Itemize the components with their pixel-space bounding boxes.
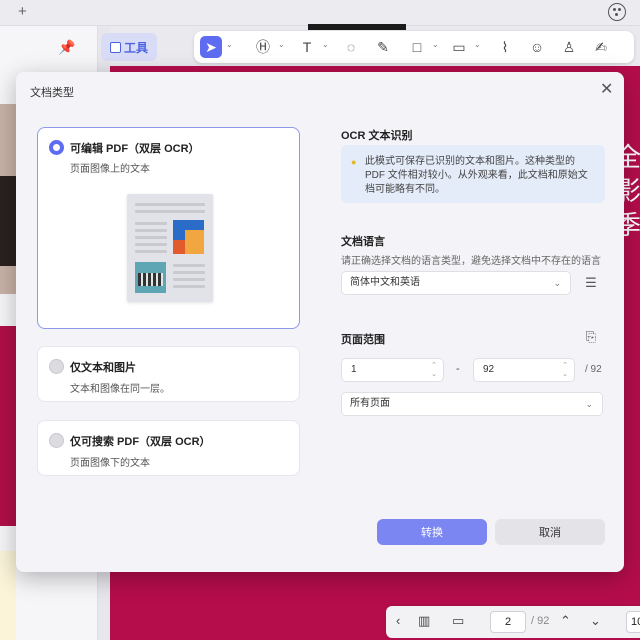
pages-select-value: 所有页面 <box>350 398 390 409</box>
page-thumbnail[interactable] <box>0 326 16 526</box>
sticker-tool-icon[interactable]: ☺ <box>526 36 548 58</box>
tools-mode-button[interactable]: 工具 <box>101 33 157 61</box>
page-thumbnail[interactable] <box>0 551 16 640</box>
option-description: 文本和图像在同一层。 <box>70 384 170 395</box>
page-layout-icon[interactable]: ▥ <box>418 613 430 629</box>
comment-tool-icon[interactable]: ◌ <box>340 36 362 58</box>
radio-text-and-images[interactable] <box>49 359 64 374</box>
chevron-up-icon[interactable]: ⌃ <box>560 613 571 629</box>
text-tool-icon[interactable]: T <box>296 36 318 58</box>
option-text-and-images[interactable]: 仅文本和图片 文本和图像在同一层。 <box>37 346 300 402</box>
range-to-value: 92 <box>483 364 495 375</box>
stamp-tool-icon[interactable]: ♙ <box>558 36 580 58</box>
plus-icon[interactable]: + <box>18 3 27 20</box>
page-range-icon[interactable]: ⎘ <box>582 328 600 346</box>
radio-searchable-pdf[interactable] <box>49 433 64 448</box>
option-description: 页面图像上的文本 <box>70 164 150 175</box>
chart-image <box>173 220 204 254</box>
toolbox-icon <box>109 41 121 53</box>
pages-select[interactable]: 所有页面 ⌄ <box>341 392 603 416</box>
language-section-title: 文档语言 <box>341 236 385 248</box>
ocr-dialog: 文档类型 ✕ 可编辑 PDF（双层 OCR） 页面图像上的文本 仅文本和图片 文… <box>16 72 624 572</box>
heading-tool-icon[interactable]: Ⓗ <box>252 36 274 58</box>
option-label: 仅文本和图片 <box>70 362 136 374</box>
dialog-title: 文档类型 <box>30 87 74 99</box>
chevron-down-icon[interactable]: ⌄ <box>322 40 329 49</box>
settings-panel: OCR 文本识别 ● 此模式可保存已识别的文本和图片。这种类型的 PDF 文件相… <box>341 72 611 572</box>
collapse-icon[interactable]: ‹ <box>396 613 400 628</box>
range-from-value: 1 <box>351 364 357 375</box>
document-preview-illustration <box>127 194 213 302</box>
chevron-down-icon[interactable]: ⌄ <box>474 40 481 49</box>
cancel-button[interactable]: 取消 <box>495 519 605 545</box>
chevron-down-icon[interactable]: ⌄ <box>226 40 233 49</box>
select-tool-icon[interactable]: ➤ <box>200 36 222 58</box>
presentation-icon[interactable]: ▭ <box>452 613 464 629</box>
info-text: 此模式可保存已识别的文本和图片。这种类型的 PDF 文件相对较小。从外观来看，此… <box>365 156 588 195</box>
tools-mode-label: 工具 <box>123 40 148 55</box>
option-label: 可编辑 PDF（双层 OCR） <box>70 143 200 155</box>
highlighter-tool-icon[interactable]: ✎ <box>372 36 394 58</box>
chevron-down-icon: ⌄ <box>585 399 593 409</box>
range-total: / 92 <box>585 364 602 375</box>
tab-bar: + <box>0 0 640 26</box>
page-total: / 92 <box>531 615 550 627</box>
rectangle-tool-icon[interactable]: □ <box>406 36 428 58</box>
language-settings-icon[interactable]: ☰ <box>582 274 600 292</box>
chevron-down-icon: ⌄ <box>553 278 561 288</box>
stepper-icon[interactable]: ⌃ ⌄ <box>562 361 568 379</box>
language-hint: 请正确选择文档的语言类型，避免选择文档中不存在的语言 <box>341 256 601 267</box>
stepper-icon[interactable]: ⌃ ⌄ <box>431 361 437 379</box>
photo-image <box>135 262 166 293</box>
chevron-down-icon[interactable]: ⌄ <box>590 613 601 629</box>
annotation-toolbar: ➤ ⌄ Ⓗ ⌄ T ⌄ ◌ ✎ □ ⌄ ▭ ⌄ ⌇ ☺ ♙ ✍ <box>194 31 634 63</box>
chevron-down-icon[interactable]: ⌄ <box>278 40 285 49</box>
range-separator: - <box>456 363 460 375</box>
page-range-section-title: 页面范围 <box>341 334 385 346</box>
radio-editable-pdf[interactable] <box>49 140 64 155</box>
textbox-tool-icon[interactable]: ▭ <box>448 36 470 58</box>
chevron-down-icon[interactable]: ⌄ <box>432 40 439 49</box>
active-tab-indicator <box>308 24 406 30</box>
attach-tool-icon[interactable]: ⌇ <box>494 36 516 58</box>
option-description: 页面图像下的文本 <box>70 458 150 469</box>
range-from-input[interactable]: 1 ⌃ ⌄ <box>341 358 444 382</box>
option-label: 仅可搜索 PDF（双层 OCR） <box>70 436 211 448</box>
option-searchable-pdf[interactable]: 仅可搜索 PDF（双层 OCR） 页面图像下的文本 <box>37 420 300 476</box>
lightbulb-icon: ● <box>351 157 357 167</box>
page-number-input[interactable]: 2 <box>490 611 526 633</box>
signature-tool-icon[interactable]: ✍ <box>590 36 612 58</box>
language-select-value: 简体中文和英语 <box>350 277 420 288</box>
palette-icon[interactable] <box>608 3 626 21</box>
zoom-input[interactable]: 10 <box>626 611 640 633</box>
convert-button[interactable]: 转换 <box>377 519 487 545</box>
page-thumbnail-image <box>0 176 16 266</box>
option-editable-pdf[interactable]: 可编辑 PDF（双层 OCR） 页面图像上的文本 <box>37 127 300 329</box>
language-select[interactable]: 简体中文和英语 ⌄ <box>341 271 571 295</box>
ocr-section-title: OCR 文本识别 <box>341 130 413 142</box>
info-box: ● 此模式可保存已识别的文本和图片。这种类型的 PDF 文件相对较小。从外观来看… <box>341 145 605 203</box>
pin-icon[interactable]: 📌 <box>58 39 75 56</box>
range-to-input[interactable]: 92 ⌃ ⌄ <box>473 358 575 382</box>
